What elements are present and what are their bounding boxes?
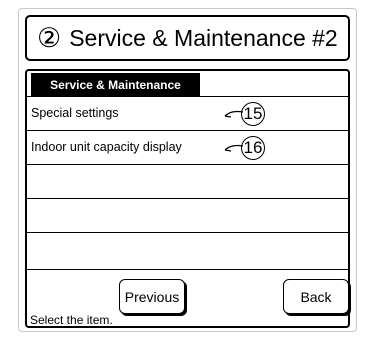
menu-item-indoor-unit-capacity-display[interactable]: Indoor unit capacity display 16 — [27, 131, 348, 165]
menu-tab-service-maintenance: Service & Maintenance — [31, 73, 200, 96]
callout-number: 16 — [241, 136, 265, 160]
back-button[interactable]: Back — [283, 279, 349, 314]
menu-item-label: Special settings — [31, 106, 119, 120]
menu-item-special-settings[interactable]: Special settings 15 — [27, 97, 348, 131]
menu-item-empty — [27, 199, 348, 233]
screen-title-bar: ② Service & Maintenance #2 — [25, 15, 350, 61]
step-number: ② — [37, 22, 62, 53]
previous-button[interactable]: Previous — [119, 279, 185, 314]
callout-marker: 16 — [223, 136, 265, 160]
callout-pointer-icon — [224, 110, 243, 118]
status-text: Select the item. — [30, 313, 113, 327]
callout-number: 15 — [241, 102, 265, 126]
page-title: Service & Maintenance #2 — [69, 24, 338, 51]
callout-pointer-icon — [224, 144, 243, 152]
menu-panel: Service & Maintenance Special settings 1… — [25, 69, 350, 328]
menu-item-empty — [27, 233, 348, 270]
callout-marker: 15 — [223, 102, 265, 126]
remote-controller-screen: ② Service & Maintenance #2 Service & Mai… — [18, 8, 357, 332]
menu-item-label: Indoor unit capacity display — [31, 140, 182, 154]
menu-item-empty — [27, 165, 348, 199]
